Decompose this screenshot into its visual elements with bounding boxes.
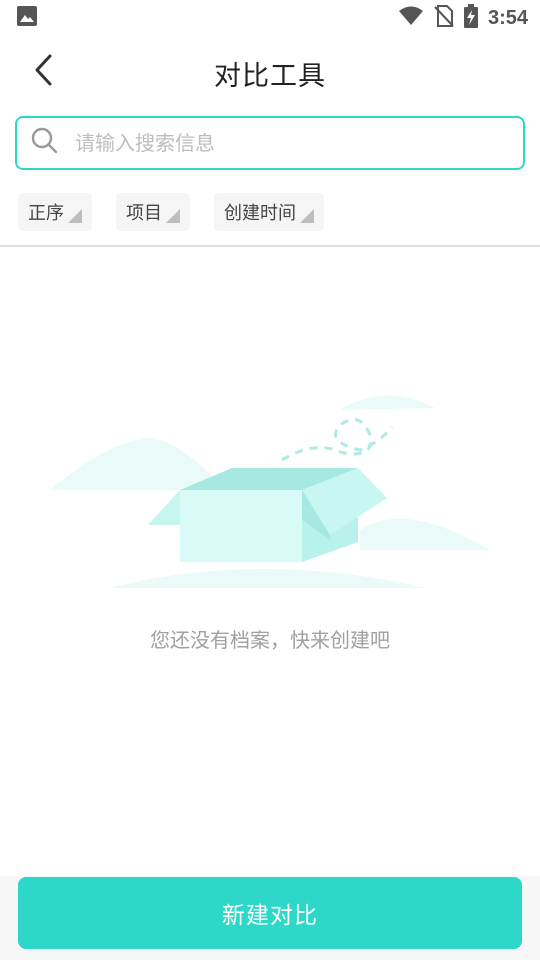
- filter-created-time[interactable]: 创建时间: [214, 193, 324, 231]
- status-icons: 3:54: [398, 4, 528, 32]
- search-input[interactable]: [73, 130, 497, 156]
- status-bar: 3:54: [0, 0, 540, 36]
- image-icon: [16, 5, 38, 31]
- app-header: 对比工具: [0, 36, 540, 108]
- sort-triangle-icon: [300, 209, 314, 223]
- no-sim-icon: [434, 5, 454, 31]
- sort-triangle-icon: [166, 209, 180, 223]
- filter-label: 项目: [126, 203, 162, 224]
- filter-order[interactable]: 正序: [18, 193, 92, 231]
- filter-bar: 正序 项目 创建时间: [18, 193, 324, 231]
- filter-label: 创建时间: [224, 203, 296, 224]
- status-time: 3:54: [487, 6, 528, 29]
- sort-triangle-icon: [68, 209, 82, 223]
- battery-charging-icon: [463, 4, 478, 32]
- filter-label: 正序: [28, 203, 64, 224]
- wifi-icon: [398, 6, 424, 30]
- create-comparison-button[interactable]: 新建对比: [18, 877, 522, 949]
- empty-box-illustration: [40, 380, 500, 600]
- page-title: 对比工具: [214, 61, 326, 92]
- empty-state-message: 您还没有档案，快来创建吧: [150, 628, 390, 652]
- search-icon: [31, 127, 59, 159]
- search-bar[interactable]: [15, 116, 525, 170]
- divider: [0, 245, 540, 247]
- filter-project[interactable]: 项目: [116, 193, 190, 231]
